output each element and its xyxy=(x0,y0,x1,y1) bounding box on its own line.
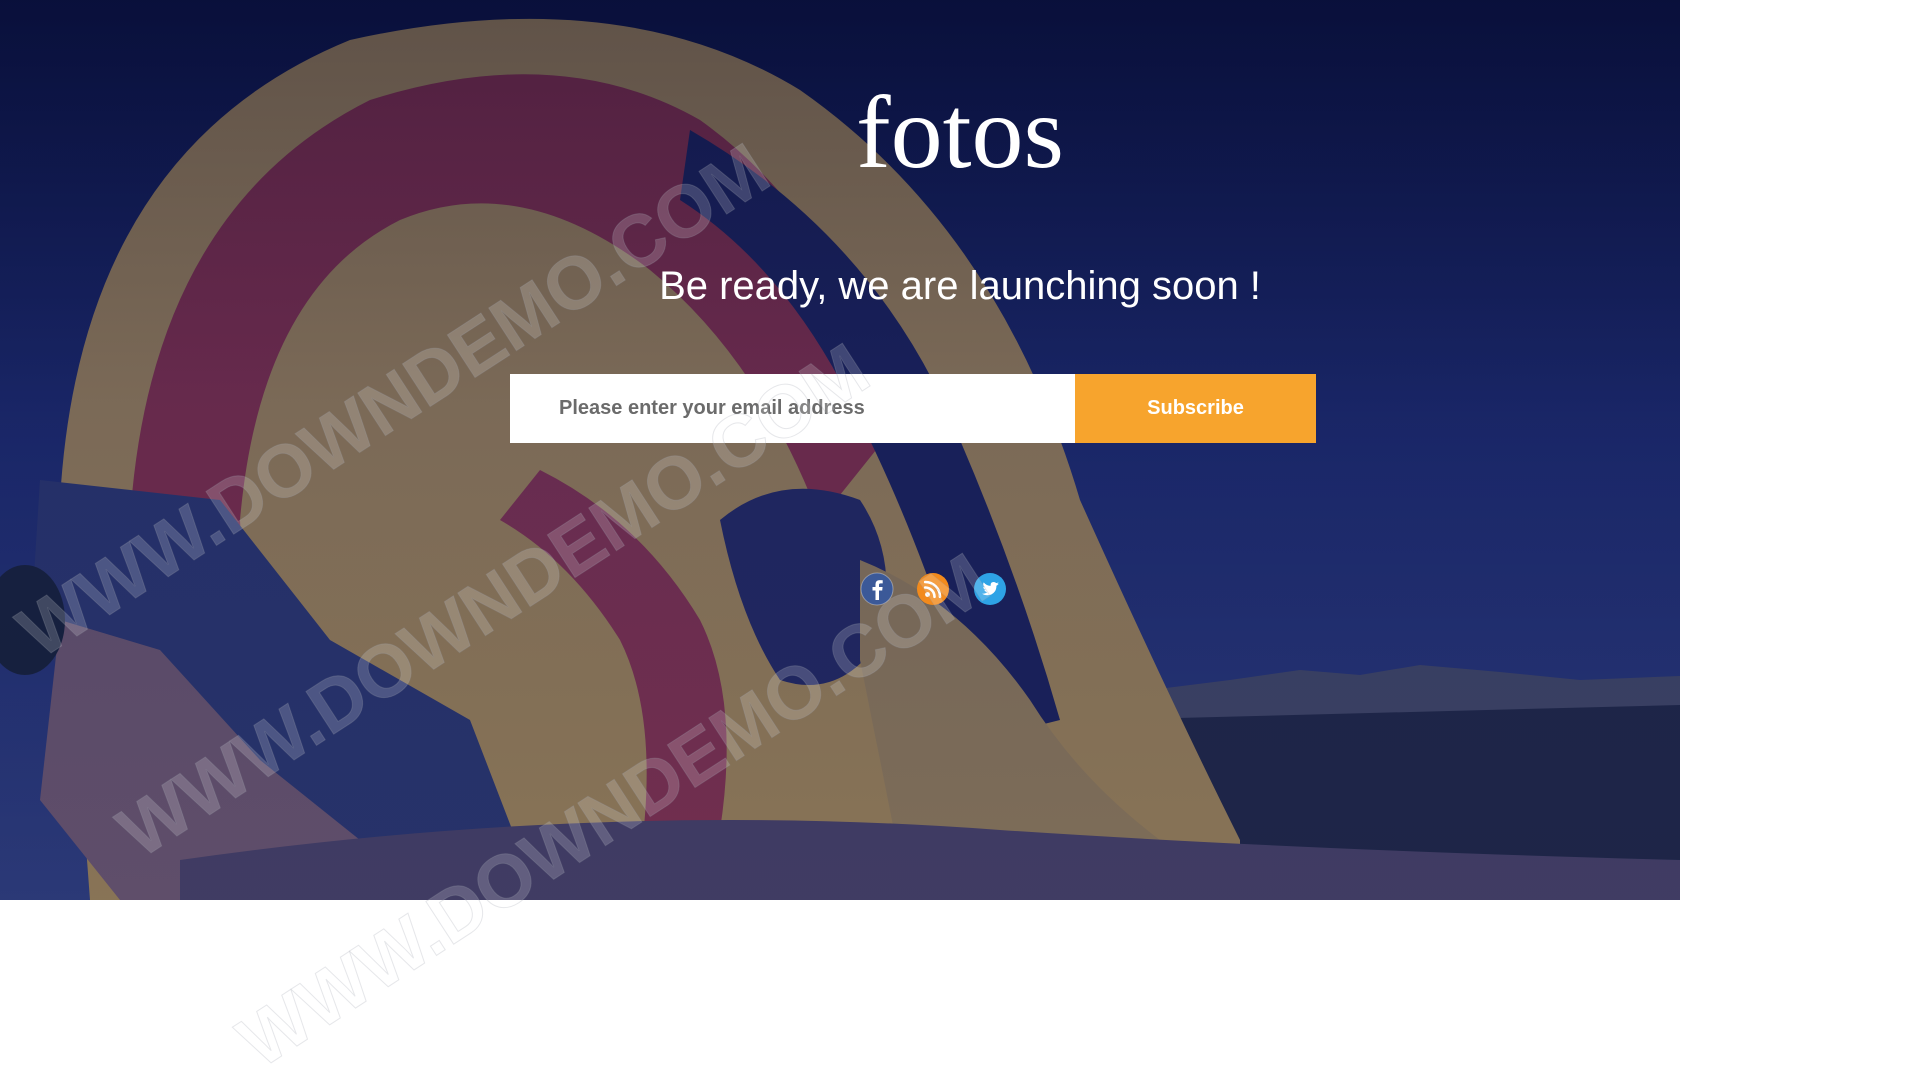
email-input[interactable] xyxy=(510,374,1075,443)
launch-tagline: Be ready, we are launching soon ! xyxy=(659,264,1261,308)
facebook-icon[interactable] xyxy=(860,572,894,606)
social-links xyxy=(860,572,1010,606)
site-logo: fotos xyxy=(856,75,1064,190)
twitter-icon[interactable] xyxy=(973,572,1007,606)
subscribe-button[interactable]: Subscribe xyxy=(1075,374,1316,443)
subscribe-form: Subscribe xyxy=(510,374,1316,443)
rss-icon[interactable] xyxy=(916,572,950,606)
